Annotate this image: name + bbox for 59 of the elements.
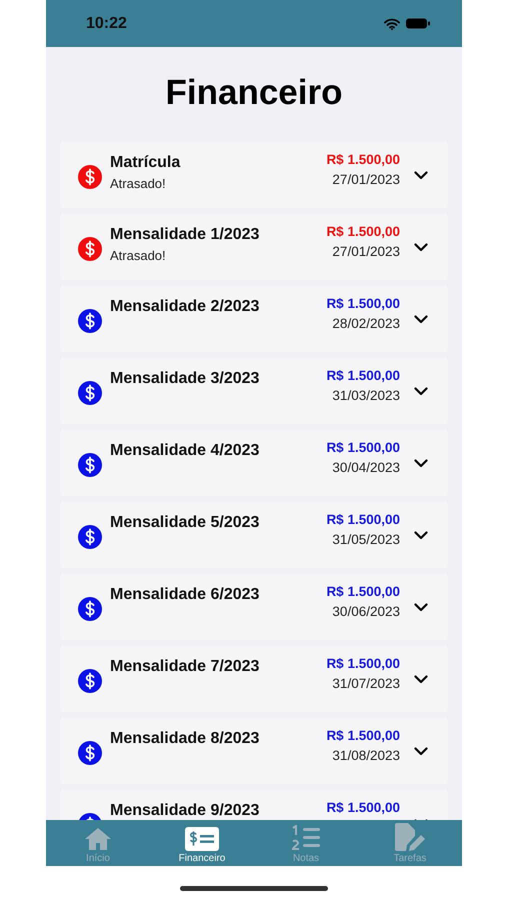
payment-card[interactable]: Mensalidade 7/2023 R$ 1.500,00 31/07/2023 <box>60 646 448 712</box>
wifi-icon <box>384 18 400 30</box>
chevron-down-icon[interactable] <box>414 386 428 396</box>
chevron-down-icon[interactable] <box>414 458 428 468</box>
payment-amount: R$ 1.500,00 <box>326 512 400 527</box>
payment-amount: R$ 1.500,00 <box>326 152 400 167</box>
payment-date: 31/03/2023 <box>332 388 400 403</box>
payment-name: Mensalidade 9/2023 <box>110 802 260 820</box>
payment-card[interactable]: Mensalidade 9/2023 R$ 1.500,00 <box>60 790 448 820</box>
payment-name: Mensalidade 5/2023 <box>110 514 260 532</box>
chevron-down-icon[interactable] <box>414 314 428 324</box>
payment-amount: R$ 1.500,00 <box>326 656 400 671</box>
payment-card[interactable]: Mensalidade 2/2023 R$ 1.500,00 28/02/2023 <box>60 286 448 352</box>
bill-icon <box>185 827 219 851</box>
payment-date: 27/01/2023 <box>332 244 400 259</box>
payment-date: 28/02/2023 <box>332 316 400 331</box>
payment-status: Atrasado! <box>110 248 167 263</box>
status-time: 10:22 <box>86 14 127 32</box>
payment-card[interactable]: Mensalidade 6/2023 R$ 1.500,00 30/06/2023 <box>60 574 448 640</box>
payment-card[interactable]: Matrícula Atrasado! R$ 1.500,00 27/01/2023 <box>60 142 448 208</box>
chevron-down-icon[interactable] <box>414 674 428 684</box>
payment-card[interactable]: Mensalidade 5/2023 R$ 1.500,00 31/05/2023 <box>60 502 448 568</box>
payment-amount: R$ 1.500,00 <box>326 584 400 599</box>
payment-date: 30/06/2023 <box>332 604 400 619</box>
payment-name: Mensalidade 3/2023 <box>110 370 260 388</box>
payment-date: 31/07/2023 <box>332 676 400 691</box>
numbered-list-icon <box>291 825 321 851</box>
payment-name: Mensalidade 2/2023 <box>110 298 260 316</box>
payment-name: Mensalidade 6/2023 <box>110 586 260 604</box>
payment-name: Mensalidade 8/2023 <box>110 730 260 748</box>
payment-name: Mensalidade 7/2023 <box>110 658 260 676</box>
payment-amount: R$ 1.500,00 <box>326 224 400 239</box>
payment-name: Mensalidade 4/2023 <box>110 442 260 460</box>
payment-amount: R$ 1.500,00 <box>326 368 400 383</box>
payment-date: 30/04/2023 <box>332 460 400 475</box>
payment-amount: R$ 1.500,00 <box>326 728 400 743</box>
payment-name: Mensalidade 1/2023 <box>110 226 260 244</box>
payment-name: Matrícula <box>110 154 182 172</box>
payment-date: 31/08/2023 <box>332 748 400 763</box>
payment-card[interactable]: Mensalidade 4/2023 R$ 1.500,00 30/04/2023 <box>60 430 448 496</box>
payment-status: Atrasado! <box>110 176 167 191</box>
payment-amount: R$ 1.500,00 <box>326 440 400 455</box>
payment-card[interactable]: Mensalidade 3/2023 R$ 1.500,00 31/03/2023 <box>60 358 448 424</box>
chevron-down-icon[interactable] <box>414 746 428 756</box>
payment-card[interactable]: Mensalidade 1/2023 Atrasado! R$ 1.500,00 27/01/2023 <box>60 214 448 280</box>
battery-icon <box>406 18 430 29</box>
page-title: Financeiro <box>164 73 344 113</box>
payment-date: 27/01/2023 <box>332 172 400 187</box>
chevron-down-icon[interactable] <box>414 530 428 540</box>
document-pencil-icon <box>395 823 425 851</box>
chevron-down-icon[interactable] <box>414 602 428 612</box>
chevron-down-icon[interactable] <box>414 170 428 180</box>
payment-amount: R$ 1.500,00 <box>326 296 400 311</box>
payment-amount: R$ 1.500,00 <box>326 800 400 815</box>
house-icon <box>84 827 112 851</box>
payment-card[interactable]: Mensalidade 8/2023 R$ 1.500,00 31/08/2023 <box>60 718 448 784</box>
chevron-down-icon[interactable] <box>414 242 428 252</box>
tab-bar-item[interactable]: Financeiro <box>150 820 254 866</box>
payment-date: 31/05/2023 <box>332 532 400 547</box>
